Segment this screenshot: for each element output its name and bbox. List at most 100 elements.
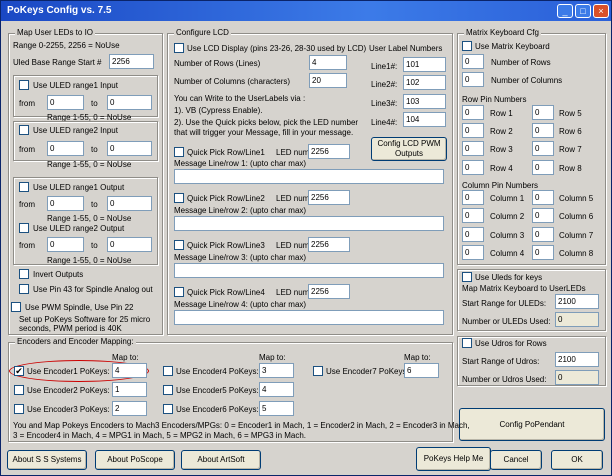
qp2-checkbox[interactable] (174, 193, 184, 203)
col8-input[interactable]: 0 (532, 245, 554, 260)
use-matrix-checkbox[interactable] (462, 41, 472, 51)
encoder1-input[interactable]: 4 (112, 363, 147, 378)
matrix-group-label: Matrix Keyboard Cfg (464, 28, 541, 37)
config-lcd-pwm-button[interactable]: Config LCD PWM Outputs (371, 137, 447, 161)
uled-out1-from[interactable]: 0 (47, 196, 84, 211)
uled-in2-from[interactable]: 0 (47, 141, 84, 156)
line3-input[interactable]: 103 (403, 94, 446, 109)
row7-input[interactable]: 0 (532, 141, 554, 156)
qp3-checkbox[interactable] (174, 240, 184, 250)
use-uleds-keys-checkbox[interactable] (462, 272, 472, 282)
col3-input[interactable]: 0 (462, 227, 484, 242)
row2-input[interactable]: 0 (462, 123, 484, 138)
uled-in1-checkbox[interactable] (19, 80, 29, 90)
qp3-led-input[interactable]: 2256 (308, 237, 350, 252)
encoder3-checkbox[interactable] (14, 404, 24, 414)
close-icon[interactable]: × (593, 4, 609, 18)
window-title: PoKeys Config vs. 7.5 (7, 5, 112, 16)
row6-input[interactable]: 0 (532, 123, 554, 138)
row1-input[interactable]: 0 (462, 105, 484, 120)
minimize-icon[interactable]: _ (557, 4, 573, 18)
encoder6-checkbox[interactable] (163, 404, 173, 414)
col8-label: Column 8 (559, 249, 594, 258)
col7-input[interactable]: 0 (532, 227, 554, 242)
lcd-cols-input[interactable]: 20 (309, 73, 347, 88)
uled-out2-to[interactable]: 0 (107, 237, 152, 252)
udros-start-input[interactable]: 2100 (555, 352, 599, 367)
encoder4-input[interactable]: 3 (259, 363, 294, 378)
row5-input[interactable]: 0 (532, 105, 554, 120)
maximize-icon[interactable]: □ (575, 4, 591, 18)
uled-in1-from[interactable]: 0 (47, 95, 84, 110)
qp3-msg-label: Message Line/row 3: (upto char max) (174, 253, 307, 262)
uled-out1-checkbox[interactable] (19, 182, 29, 192)
pwm-spindle-checkbox[interactable] (11, 302, 21, 312)
encoder1-checkbox[interactable]: ✔ (14, 366, 24, 376)
uled-out2-from[interactable]: 0 (47, 237, 84, 252)
line2-input[interactable]: 102 (403, 75, 446, 90)
row-pins-title: Row Pin Numbers (462, 95, 527, 104)
uled-in1-to[interactable]: 0 (107, 95, 152, 110)
encoder6-input[interactable]: 5 (259, 401, 294, 416)
about-artsoft-button[interactable]: About ArtSoft (181, 450, 261, 470)
matrix-cols-input[interactable]: 0 (462, 72, 484, 87)
col1-input[interactable]: 0 (462, 190, 484, 205)
qp2-led-input[interactable]: 2256 (308, 190, 350, 205)
uled-in2-to[interactable]: 0 (107, 141, 152, 156)
lcd-cols-label: Number of Columns (characters) (174, 77, 291, 86)
uled-in2-checkbox[interactable] (19, 125, 29, 135)
encoder6-label: Use Encoder6 PoKeys: (176, 405, 259, 414)
qp4-msg-input[interactable] (174, 310, 444, 325)
encoder5-input[interactable]: 4 (259, 382, 294, 397)
encoder2-checkbox[interactable] (14, 385, 24, 395)
line4-input[interactable]: 104 (403, 112, 446, 127)
row4-label: Row 4 (490, 164, 513, 173)
qp1-checkbox[interactable] (174, 147, 184, 157)
qp3-led-label: LED num (276, 241, 310, 250)
lcd-rows-input[interactable]: 4 (309, 55, 347, 70)
uled-out1-to[interactable]: 0 (107, 196, 152, 211)
row8-label: Row 8 (559, 164, 582, 173)
cancel-button[interactable]: Cancel (490, 450, 542, 470)
uled-in1-label: Use ULED range1 Input (33, 81, 118, 90)
use-udros-checkbox[interactable] (462, 338, 472, 348)
line1-label: Line1#: (371, 62, 398, 71)
qp1-msg-input[interactable] (174, 169, 444, 184)
qp4-checkbox[interactable] (174, 287, 184, 297)
qp1-led-label: LED num (276, 148, 310, 157)
line1-input[interactable]: 101 (403, 57, 446, 72)
config-popendant-button[interactable]: Config PoPendant (459, 408, 605, 441)
encoder7-input[interactable]: 6 (404, 363, 439, 378)
qp1-led-input[interactable]: 2256 (308, 144, 350, 159)
ok-button[interactable]: OK (551, 450, 603, 470)
encoder4-checkbox[interactable] (163, 366, 173, 376)
uled-in1-to-label: to (91, 99, 98, 108)
pin43-checkbox[interactable] (19, 284, 29, 294)
matrix-rows-input[interactable]: 0 (462, 54, 484, 69)
qp4-led-input[interactable]: 2256 (308, 284, 350, 299)
uled-out2-checkbox[interactable] (19, 223, 29, 233)
pin43-label: Use Pin 43 for Spindle Analog out (33, 285, 153, 294)
col5-input[interactable]: 0 (532, 190, 554, 205)
row4-input[interactable]: 0 (462, 160, 484, 175)
qp3-msg-input[interactable] (174, 263, 444, 278)
encoder5-checkbox[interactable] (163, 385, 173, 395)
encoder2-input[interactable]: 1 (112, 382, 147, 397)
col4-input[interactable]: 0 (462, 245, 484, 260)
encoder3-label: Use Encoder3 PoKeys: (27, 405, 110, 414)
qp2-msg-input[interactable] (174, 216, 444, 231)
encoder7-checkbox[interactable] (313, 366, 323, 376)
about-poscope-button[interactable]: About PoScope (95, 450, 175, 470)
uleds-start-input[interactable]: 2100 (555, 294, 599, 309)
col2-input[interactable]: 0 (462, 208, 484, 223)
line2-label: Line2#: (371, 80, 398, 89)
row3-input[interactable]: 0 (462, 141, 484, 156)
about-ss-systems-button[interactable]: About S S Systems (7, 450, 87, 470)
row8-input[interactable]: 0 (532, 160, 554, 175)
use-lcd-checkbox[interactable] (174, 43, 184, 53)
encoder3-input[interactable]: 2 (112, 401, 147, 416)
uled-base-input[interactable]: 2256 (109, 54, 154, 69)
pokeys-help-button[interactable]: PoKeys Help Me (416, 447, 491, 471)
invert-outputs-checkbox[interactable] (19, 269, 29, 279)
col6-input[interactable]: 0 (532, 208, 554, 223)
